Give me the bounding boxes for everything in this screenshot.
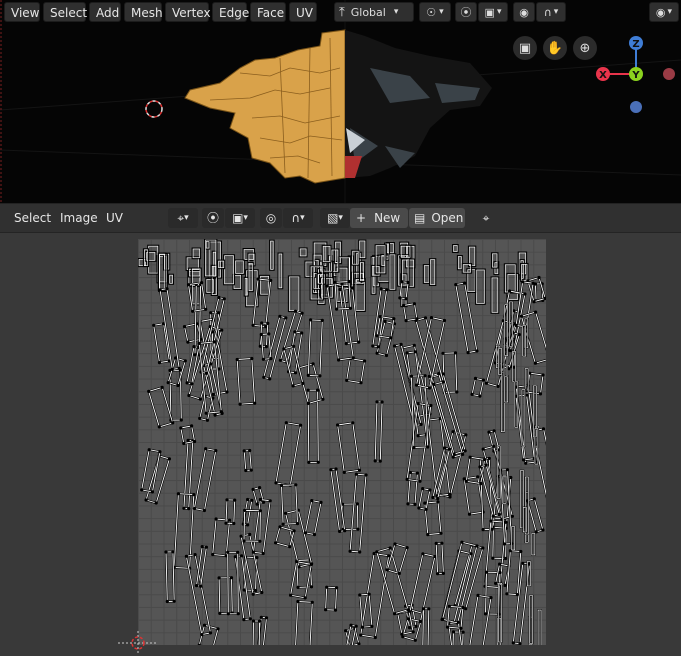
zoom-icon: ⊕: [579, 40, 591, 56]
eye-icon: ◉: [655, 5, 666, 19]
transform-orientation-dropdown[interactable]: ⤒ Global ▾: [334, 2, 414, 22]
falloff-icon: ∩: [543, 5, 552, 19]
snap-target-icon: ▣: [484, 5, 495, 19]
menu-select[interactable]: Select: [43, 2, 87, 22]
uv-snap-toggle[interactable]: ⦿: [202, 208, 224, 228]
falloff-dropdown[interactable]: ∩ ▾: [536, 2, 566, 22]
uv-menu-image[interactable]: Image: [60, 211, 98, 225]
gizmo-neg-x-axis[interactable]: [663, 68, 675, 80]
hand-icon: ✋: [546, 40, 564, 56]
menu-face[interactable]: Face: [250, 2, 286, 22]
gizmo-y-label: Y: [631, 70, 640, 81]
uv-grid[interactable]: [137, 238, 563, 656]
chevron-down-icon: ▾: [553, 7, 559, 17]
new-image-button[interactable]: + New: [350, 208, 408, 228]
uv-menu-uv[interactable]: UV: [106, 211, 123, 225]
snap-toggle[interactable]: ⦿: [455, 2, 477, 22]
proportional-icon: ◉: [519, 5, 529, 19]
new-image-label: New: [374, 211, 401, 225]
chevron-down-icon: ▾: [184, 213, 189, 223]
proportional-icon: ◎: [265, 211, 277, 225]
menu-mesh[interactable]: Mesh: [124, 2, 163, 22]
2d-cursor-icon: [118, 631, 158, 655]
transform-orientation-value: Global: [350, 5, 386, 19]
image-icon: ▧: [327, 211, 339, 225]
menu-add[interactable]: Add: [89, 2, 121, 22]
uv-pivot-dropdown[interactable]: ⌖ ▾: [168, 208, 198, 228]
orientation-icon: ⤒: [339, 4, 345, 20]
chevron-down-icon: ▾: [243, 213, 248, 223]
chevron-down-icon: ▾: [393, 7, 399, 17]
3d-viewport[interactable]: View Select Add Mesh Vertex Edge Face UV…: [0, 0, 681, 204]
snap-target-icon: ▣: [232, 211, 244, 225]
uv-proportional-toggle[interactable]: ◎: [260, 208, 282, 228]
uv-snap-target-dropdown[interactable]: ▣ ▾: [225, 208, 255, 228]
menu-vertex[interactable]: Vertex: [165, 2, 211, 22]
snap-icon: ⦿: [460, 6, 472, 19]
menu-view[interactable]: View: [4, 2, 40, 22]
chevron-down-icon: ▾: [300, 213, 305, 223]
3d-cursor-icon: [145, 100, 163, 118]
navigation-gizmo[interactable]: Z X Y: [590, 30, 681, 120]
chevron-down-icon: ▾: [439, 7, 444, 17]
menu-uv[interactable]: UV: [289, 2, 317, 22]
chevron-down-icon: ▾: [496, 7, 502, 17]
cursor-icon: ⌖: [177, 211, 185, 225]
proportional-edit-toggle[interactable]: ◉: [513, 2, 535, 22]
chevron-down-icon: ▾: [338, 213, 343, 223]
camera-icon: ▣: [518, 40, 532, 56]
mesh-object[interactable]: [180, 28, 500, 186]
gizmo-neg-y-axis[interactable]: [630, 101, 642, 113]
uv-editor-header: Select Image UV ⌖ ▾ ⦿ ▣ ▾ ◎ ∩ ▾ ▧ ▾ + New ▤ …: [0, 204, 681, 233]
falloff-icon: ∩: [291, 211, 301, 225]
pivot-icon: ☉: [426, 5, 437, 19]
plus-icon: +: [356, 211, 367, 225]
camera-view-button[interactable]: ▣: [513, 36, 537, 60]
uv-menu-select[interactable]: Select: [14, 211, 51, 225]
gizmo-z-label: Z: [632, 39, 639, 50]
pin-button[interactable]: ⌖: [476, 208, 496, 228]
snap-target-dropdown[interactable]: ▣ ▾: [478, 2, 508, 22]
gizmo-x-label: X: [599, 70, 607, 81]
uv-falloff-dropdown[interactable]: ∩ ▾: [283, 208, 313, 228]
uv-editor-area[interactable]: [0, 233, 681, 656]
pivot-point-dropdown[interactable]: ☉ ▾: [419, 2, 451, 22]
chevron-down-icon: ▾: [667, 7, 673, 17]
open-image-button[interactable]: ▤ Open: [409, 208, 465, 228]
visibility-dropdown[interactable]: ◉ ▾: [649, 2, 679, 22]
open-image-label: Open: [431, 211, 464, 225]
pin-icon: ⌖: [482, 211, 490, 225]
image-browse-dropdown[interactable]: ▧ ▾: [320, 208, 350, 228]
menu-edge[interactable]: Edge: [212, 2, 249, 22]
uv-islands[interactable]: [137, 238, 563, 656]
pan-button[interactable]: ✋: [543, 36, 567, 60]
snap-icon: ⦿: [206, 211, 219, 225]
folder-icon: ▤: [414, 211, 426, 225]
